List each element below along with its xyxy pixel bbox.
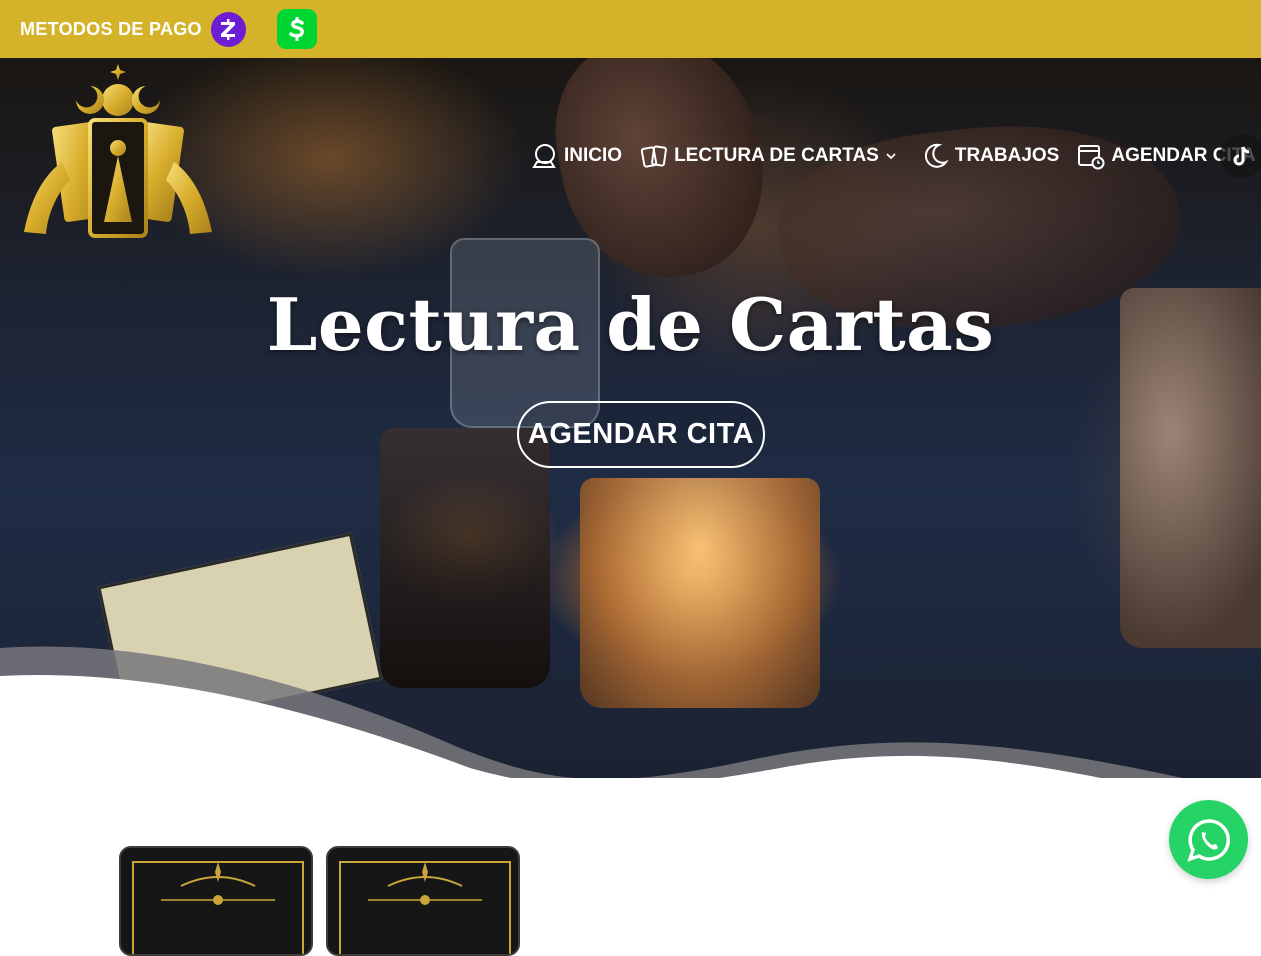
crescent-moon-icon [924, 143, 949, 168]
agendar-cita-button[interactable]: AGENDAR CITA [517, 401, 765, 468]
payment-methods-bar: METODOS DE PAGO [0, 0, 1261, 58]
tiktok-icon [1233, 146, 1250, 166]
nav-item-lectura-de-cartas[interactable]: LECTURA DE CARTAS [640, 142, 903, 170]
tarot-cards-icon [640, 145, 667, 168]
payment-methods-label: METODOS DE PAGO [20, 18, 202, 39]
hero-wave-divider [0, 646, 1183, 778]
nav-label: INICIO [564, 145, 623, 166]
zelle-icon[interactable] [210, 11, 246, 47]
crystal-ball-icon [532, 144, 556, 168]
main-navigation: INICIO LECTURA DE CARTAS TRABAJOS AGENDA… [530, 137, 1261, 175]
nav-item-trabajos[interactable]: TRABAJOS [921, 142, 1060, 170]
nav-label: LECTURA DE CARTAS [674, 145, 879, 166]
tarot-card-thumbnail[interactable] [119, 846, 313, 956]
nav-label: TRABAJOS [954, 145, 1060, 166]
nav-item-inicio[interactable]: INICIO [530, 142, 622, 170]
cash-app-icon[interactable] [276, 9, 317, 49]
hero-title: Lectura de Cartas [266, 282, 995, 367]
tiktok-link[interactable] [1220, 134, 1261, 178]
tarot-card-thumbnail[interactable] [326, 846, 520, 956]
site-logo[interactable] [18, 62, 218, 240]
whatsapp-icon [1186, 818, 1230, 862]
chevron-down-icon [886, 153, 896, 160]
calendar-clock-icon [1078, 145, 1105, 170]
whatsapp-chat-button[interactable] [1169, 800, 1248, 879]
